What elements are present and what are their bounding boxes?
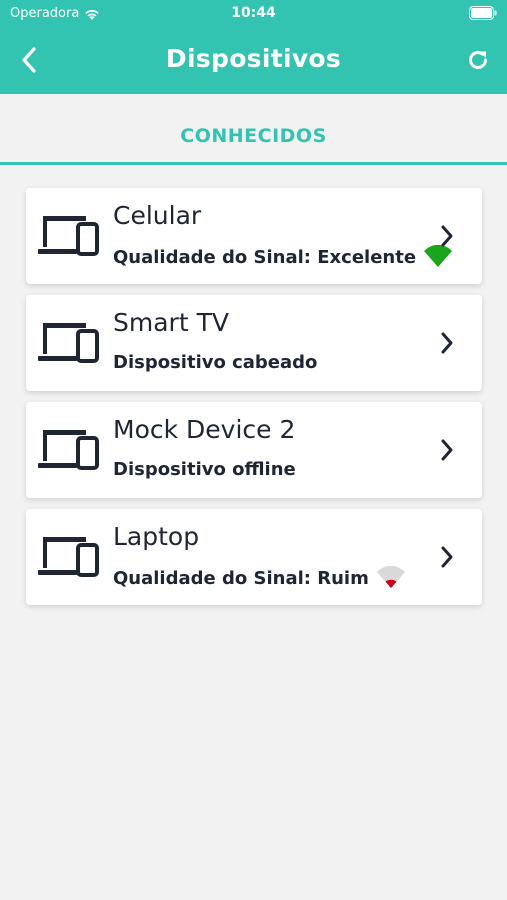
refresh-button[interactable]	[463, 44, 493, 76]
device-status: Dispositivo offline	[113, 459, 296, 480]
chevron-right-icon	[441, 332, 453, 354]
chevron-right-icon	[441, 439, 453, 461]
tab-known-label: CONHECIDOS	[180, 124, 327, 147]
devices-icon	[38, 323, 99, 363]
chevron-right-icon	[441, 225, 453, 247]
device-card[interactable]: Mock Device 2 Dispositivo offline	[26, 402, 482, 498]
device-status: Qualidade do Sinal: Ruim	[113, 566, 407, 590]
devices-icon	[38, 537, 99, 577]
device-status-text: Qualidade do Sinal: Excelente	[113, 246, 417, 268]
device-card[interactable]: Celular Qualidade do Sinal: Excelente	[26, 188, 482, 284]
device-status-text: Dispositivo cabeado	[113, 352, 318, 373]
device-card[interactable]: Laptop Qualidade do Sinal: Ruim	[26, 509, 482, 605]
refresh-icon	[469, 50, 487, 69]
device-card[interactable]: Smart TV Dispositivo cabeado	[26, 295, 482, 391]
status-bar: Operadora 10:44	[0, 0, 507, 28]
app-header: Operadora 10:44 Dispositivos	[0, 0, 507, 94]
wifi-signal-icon	[376, 566, 405, 588]
device-name: Smart TV	[113, 308, 229, 337]
device-status-text: Qualidade do Sinal: Ruim	[113, 567, 369, 589]
status-time: 10:44	[231, 5, 276, 21]
page-title: Dispositivos	[165, 44, 342, 73]
device-list: Celular Qualidade do Sinal: Excelente Sm…	[26, 188, 482, 616]
tab-active-indicator	[0, 162, 507, 165]
tab-known[interactable]: CONHECIDOS	[0, 94, 507, 165]
device-name: Mock Device 2	[113, 415, 296, 444]
device-status: Qualidade do Sinal: Excelente	[113, 245, 454, 269]
tab-bar: CONHECIDOS	[0, 94, 507, 165]
device-name: Laptop	[113, 522, 200, 551]
chevron-right-icon	[441, 546, 453, 568]
battery-icon	[469, 6, 497, 20]
device-status: Dispositivo cabeado	[113, 352, 317, 373]
devices-icon	[38, 216, 99, 256]
device-name: Celular	[113, 201, 202, 230]
nav-bar: Dispositivos	[0, 40, 507, 80]
device-status-text: Dispositivo offline	[113, 459, 296, 480]
devices-icon	[38, 430, 99, 470]
